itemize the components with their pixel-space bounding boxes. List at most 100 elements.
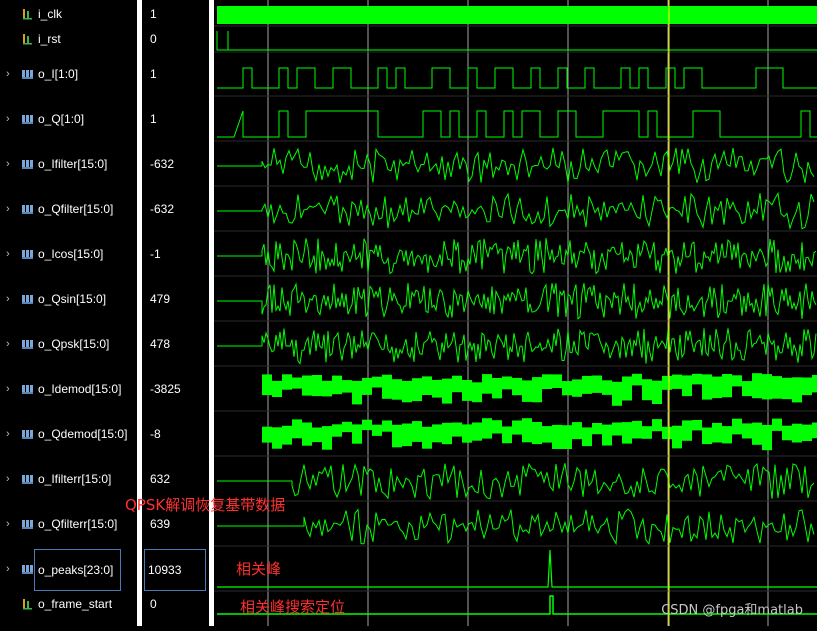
- o_Idemod-waveform: [742, 381, 752, 397]
- o_Idemod-waveform: [462, 380, 472, 401]
- waveform-area[interactable]: [214, 0, 817, 626]
- o_Qdemod-waveform: [442, 422, 452, 445]
- o_Idemod-waveform: [282, 374, 292, 390]
- o_Ifilter-waveform: [217, 147, 815, 184]
- o_Qdemod-waveform: [342, 421, 352, 433]
- signal-value-row: 639: [142, 514, 209, 534]
- o_Qdemod-waveform: [612, 422, 622, 436]
- signal-row[interactable]: › o_Qsin[15:0]: [0, 289, 137, 309]
- o_Idemod-waveform: [792, 377, 802, 403]
- signal-value: 632: [150, 472, 171, 486]
- o_Idemod-waveform: [552, 374, 562, 388]
- o_Idemod-waveform: [632, 373, 642, 386]
- signal-row[interactable]: › o_Ifilter[15:0]: [0, 154, 137, 174]
- o_Qdemod-waveform: [522, 418, 532, 443]
- bus-signal-icon: [22, 520, 33, 529]
- signal-value-column: 1 0 1 1 -632 -632 -1 479 478 -3825 -8 632 639 10933 0: [142, 0, 209, 626]
- o_Qdemod-waveform: [552, 424, 562, 449]
- signal-value-row: 1: [142, 64, 209, 84]
- signal-name: o_Qsin[15:0]: [38, 292, 107, 306]
- o_Idemod-waveform: [432, 379, 442, 398]
- o_Qdemod-waveform: [292, 419, 302, 439]
- expand-chevron-icon[interactable]: ›: [6, 289, 14, 309]
- o_Idemod-waveform: [312, 375, 322, 397]
- o_Idemod-waveform: [762, 374, 772, 400]
- signal-row[interactable]: › o_Idemod[15:0]: [0, 379, 137, 399]
- o_Idemod-waveform: [412, 378, 422, 402]
- signal-value: 10933: [144, 549, 206, 591]
- o_Ifilterr-waveform: [217, 462, 815, 501]
- expand-chevron-icon[interactable]: ›: [6, 199, 14, 219]
- o_Qdemod-waveform: [362, 419, 372, 431]
- o_Qdemod-waveform: [742, 423, 752, 439]
- o_Qdemod-waveform: [752, 422, 762, 445]
- o_Idemod-waveform: [732, 375, 742, 387]
- expand-chevron-icon[interactable]: ›: [6, 154, 14, 174]
- signal-row[interactable]: › o_Qfilterr[15:0]: [0, 514, 137, 534]
- o_Qpsk-waveform: [217, 328, 817, 365]
- signal-value: 1: [150, 7, 157, 21]
- signal-value-row: 1: [142, 109, 209, 129]
- signal-row[interactable]: › o_Icos[15:0]: [0, 244, 137, 264]
- waveform-canvas[interactable]: [214, 0, 817, 626]
- o_Idemod-waveform: [262, 374, 272, 396]
- signal-value-row: 10933: [142, 549, 209, 591]
- signal-value: 0: [150, 597, 157, 611]
- o_Idemod-waveform: [532, 377, 542, 403]
- signal-row[interactable]: › o_Q[1:0]: [0, 109, 137, 129]
- signal-name: i_rst: [38, 32, 61, 46]
- expand-chevron-icon[interactable]: ›: [6, 109, 14, 129]
- signal-value-row: 632: [142, 469, 209, 489]
- o_Qdemod-waveform: [312, 427, 322, 443]
- o_Qdemod-waveform: [682, 420, 692, 441]
- signal-row[interactable]: i_rst: [0, 29, 137, 49]
- expand-chevron-icon[interactable]: ›: [6, 379, 14, 399]
- expand-chevron-icon[interactable]: ›: [6, 334, 14, 354]
- o_Idemod-waveform: [712, 376, 722, 399]
- signal-row[interactable]: › o_Ifilterr[15:0]: [0, 469, 137, 489]
- signal-name: o_Ifilter[15:0]: [38, 157, 108, 171]
- o_Qdemod-waveform: [582, 427, 592, 447]
- o_Qdemod-waveform: [792, 423, 802, 443]
- expand-chevron-icon[interactable]: ›: [6, 469, 14, 489]
- o_Qdemod-waveform: [652, 419, 662, 432]
- demod-annotation: QPSK解调恢复基带数据: [125, 496, 286, 514]
- expand-chevron-icon[interactable]: ›: [6, 244, 14, 264]
- signal-row[interactable]: › o_peaks[23:0]: [0, 549, 137, 591]
- signal-value-row: 479: [142, 289, 209, 309]
- o_Idemod-waveform: [442, 378, 452, 404]
- o_Qdemod-waveform: [572, 422, 582, 440]
- signal-value-row: 0: [142, 29, 209, 49]
- bus-signal-icon: [22, 385, 33, 394]
- o_Idemod-waveform: [392, 379, 402, 400]
- o_Idemod-waveform: [482, 374, 492, 394]
- signal-row[interactable]: o_frame_start: [0, 594, 137, 614]
- o_Qdemod-waveform: [692, 420, 702, 431]
- expand-chevron-icon[interactable]: ›: [6, 64, 14, 84]
- o_Idemod-waveform: [512, 377, 522, 396]
- bit-signal-icon: [23, 9, 32, 20]
- bus-signal-icon: [22, 430, 33, 439]
- signal-row[interactable]: i_clk: [0, 4, 137, 24]
- o_Idemod-waveform: [782, 377, 792, 400]
- signal-row[interactable]: › o_Qdemod[15:0]: [0, 424, 137, 444]
- peak-search-annotation: 相关峰搜索定位: [240, 598, 346, 616]
- expand-chevron-icon[interactable]: ›: [6, 424, 14, 444]
- signal-row[interactable]: › o_Qfilter[15:0]: [0, 199, 137, 219]
- o_Idemod-waveform: [672, 374, 682, 389]
- o_Idemod-waveform: [342, 380, 352, 393]
- o_Icos-waveform: [217, 238, 817, 275]
- o_Qdemod-waveform: [562, 425, 572, 449]
- o_Idemod-waveform: [772, 376, 782, 399]
- signal-row[interactable]: › o_I[1:0]: [0, 64, 137, 84]
- o_Qdemod-waveform: [412, 421, 422, 442]
- o_Qdemod-waveform: [402, 423, 412, 447]
- signal-row[interactable]: › o_Qpsk[15:0]: [0, 334, 137, 354]
- expand-chevron-icon[interactable]: ›: [6, 559, 14, 579]
- o_Qdemod-waveform: [672, 425, 682, 449]
- bus-signal-icon: [22, 475, 33, 484]
- o_Idemod-waveform: [542, 374, 552, 389]
- signal-name: o_Ifilterr[15:0]: [38, 472, 112, 486]
- expand-chevron-icon[interactable]: ›: [6, 514, 14, 534]
- signal-name: i_clk: [38, 7, 63, 21]
